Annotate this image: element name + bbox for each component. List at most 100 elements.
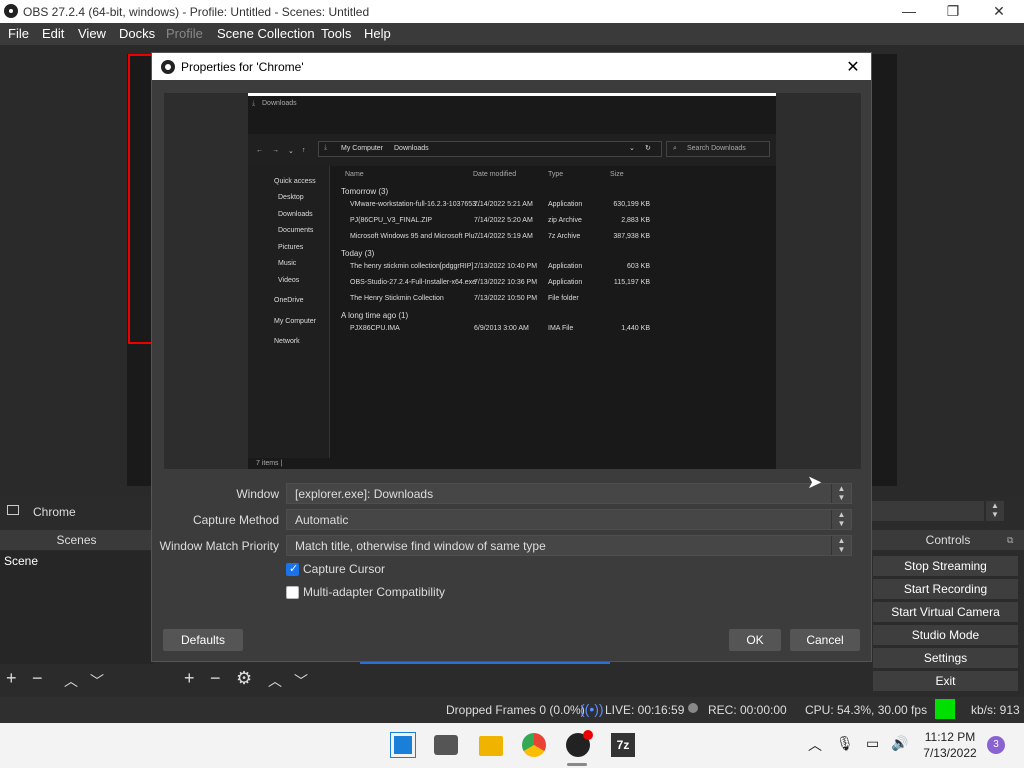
live-icon: ((•)) xyxy=(580,701,604,717)
nav-onedrive: OneDrive xyxy=(274,297,304,304)
maximize-button[interactable]: ❐ xyxy=(930,0,976,23)
scene-down-button[interactable]: ﹀ xyxy=(90,671,104,691)
file-row: PJ(86CPU_V3_FINAL.ZIP 7/14/2022 5:20 AM zi… xyxy=(340,217,650,229)
status-bar: Dropped Frames 0 (0.0%) ((•)) LIVE: 00:1… xyxy=(0,697,1024,723)
chrome-icon[interactable] xyxy=(522,733,546,757)
nav-network: Network xyxy=(274,338,300,345)
source-selection-box[interactable] xyxy=(128,54,152,344)
add-source-button[interactable]: + xyxy=(184,668,195,689)
7zip-icon[interactable]: 7z xyxy=(611,733,635,757)
explorer-nav-pane: Quick access Desktop Downloads Documents… xyxy=(248,166,330,458)
file-size: 2,883 KB xyxy=(621,217,650,224)
exit-button[interactable]: Exit xyxy=(873,671,1018,691)
start-recording-button[interactable]: Start Recording xyxy=(873,579,1018,599)
capture-cursor-label[interactable]: Capture Cursor xyxy=(303,562,385,576)
dialog-close-button[interactable]: ✕ xyxy=(842,57,864,77)
match-priority-value: Match title, otherwise find window of sa… xyxy=(295,539,546,553)
col-size: Size xyxy=(610,171,624,178)
studio-mode-button[interactable]: Studio Mode xyxy=(873,625,1018,645)
group-tomorrow: Tomorrow (3) xyxy=(341,187,389,196)
notification-badge[interactable]: 3 xyxy=(987,736,1005,754)
file-explorer-icon[interactable] xyxy=(479,736,503,756)
scenes-list: Scene xyxy=(0,551,153,664)
volume-icon[interactable]: 🔊 xyxy=(891,735,908,752)
file-name: Microsoft Windows 95 and Microsoft Plu..… xyxy=(350,233,481,240)
remove-scene-button[interactable]: − xyxy=(32,668,43,689)
path-part-a: My Computer xyxy=(341,145,384,152)
file-name: PJ(86CPU_V3_FINAL.ZIP xyxy=(350,217,433,224)
transition-select[interactable] xyxy=(872,501,984,521)
connection-indicator xyxy=(935,699,955,719)
file-date: 7/14/2022 5:21 AM xyxy=(474,201,533,208)
window-select[interactable]: [explorer.exe]: Downloads ▲ ▼ xyxy=(286,483,852,504)
col-type: Type xyxy=(548,171,564,178)
clock-date[interactable]: 7/13/2022 xyxy=(920,746,980,760)
refresh-icon: ↻ xyxy=(645,145,651,152)
tray-chevron-icon[interactable]: ︿ xyxy=(808,735,822,755)
file-name: The Henry Stickmin Collection xyxy=(350,295,444,302)
remove-source-button[interactable]: − xyxy=(210,668,221,689)
file-size: 115,197 KB xyxy=(613,279,650,286)
menu-docks[interactable]: Docks xyxy=(119,26,155,41)
capture-cursor-checkbox[interactable] xyxy=(286,562,299,576)
search-placeholder: Search Downloads xyxy=(687,145,746,152)
source-up-button[interactable]: ︿ xyxy=(268,671,282,691)
nav-documents: Documents xyxy=(278,227,314,234)
file-size: 1,440 KB xyxy=(621,325,650,332)
file-date: 7/13/2022 10:50 PM xyxy=(474,295,538,302)
defaults-button[interactable]: Defaults xyxy=(163,629,243,651)
recent-icon: ⌄ xyxy=(288,148,294,155)
start-button[interactable] xyxy=(390,732,416,758)
file-type: Application xyxy=(548,279,583,286)
forward-icon: → xyxy=(272,147,279,154)
menu-tools[interactable]: Tools xyxy=(321,26,351,41)
scene-item[interactable]: Scene xyxy=(4,554,38,568)
menu-edit[interactable]: Edit xyxy=(42,26,64,41)
add-scene-button[interactable]: + xyxy=(6,668,17,689)
cancel-button[interactable]: Cancel xyxy=(790,629,860,651)
properties-dialog: Properties for 'Chrome' ✕ ⤓ Downloads ← … xyxy=(151,52,872,662)
start-virtual-camera-button[interactable]: Start Virtual Camera xyxy=(873,602,1018,622)
network-icon[interactable]: ▭ xyxy=(866,735,879,752)
nav-videos: Videos xyxy=(278,277,300,284)
file-name: OBS-Studio-27.2.4-Full-Installer-x64.exe xyxy=(350,279,477,286)
task-view-icon[interactable] xyxy=(434,735,458,755)
multi-adapter-checkbox[interactable] xyxy=(286,586,299,599)
menu-view[interactable]: View xyxy=(78,26,106,41)
transition-spinner[interactable]: ▲ ▼ xyxy=(986,501,1004,521)
obs-logo-icon xyxy=(161,60,175,74)
dock-float-icon[interactable]: ⧉ xyxy=(1007,535,1013,546)
match-priority-label: Window Match Priority xyxy=(159,539,279,553)
file-size: 630,199 KB xyxy=(613,201,650,208)
source-down-button[interactable]: ﹀ xyxy=(294,671,308,691)
spinner-icon: ▲ ▼ xyxy=(831,536,851,555)
clock-time[interactable]: 11:12 PM xyxy=(920,730,980,744)
group-long-ago: A long time ago (1) xyxy=(341,311,409,320)
close-window-button[interactable]: ✕ xyxy=(976,0,1022,23)
microphone-icon[interactable]: 🎙 xyxy=(836,735,854,752)
scene-up-button[interactable]: ︿ xyxy=(64,671,78,691)
explorer-address: ⤓ My Computer Downloads ⌄ ↻ xyxy=(318,141,662,157)
stop-streaming-button[interactable]: Stop Streaming xyxy=(873,556,1018,576)
menu-scene-collection[interactable]: Scene Collection xyxy=(217,26,315,41)
explorer-search: ⌕ Search Downloads xyxy=(666,141,770,157)
menu-help[interactable]: Help xyxy=(364,26,391,41)
capture-method-select[interactable]: Automatic ▲ ▼ xyxy=(286,509,852,530)
explorer-title: Downloads xyxy=(262,100,297,107)
spinner-icon: ▲ ▼ xyxy=(831,510,851,529)
file-type: Application xyxy=(548,263,583,270)
rec-timer: REC: 00:00:00 xyxy=(708,703,787,717)
menu-file[interactable]: File xyxy=(8,26,29,41)
match-priority-select[interactable]: Match title, otherwise find window of sa… xyxy=(286,535,852,556)
multi-adapter-label[interactable]: Multi-adapter Compatibility xyxy=(303,585,445,599)
settings-button[interactable]: Settings xyxy=(873,648,1018,668)
download-icon: ⤓ xyxy=(252,100,256,107)
source-name: Chrome xyxy=(33,505,76,519)
source-settings-icon[interactable]: ⚙ xyxy=(236,668,252,689)
search-icon: ⌕ xyxy=(673,145,677,152)
menu-profile[interactable]: Profile xyxy=(166,26,203,41)
file-date: 7/13/2022 10:40 PM xyxy=(474,263,538,270)
dropped-frames: Dropped Frames 0 (0.0%) xyxy=(446,703,585,717)
ok-button[interactable]: OK xyxy=(729,629,781,651)
minimize-button[interactable]: — xyxy=(886,0,932,23)
